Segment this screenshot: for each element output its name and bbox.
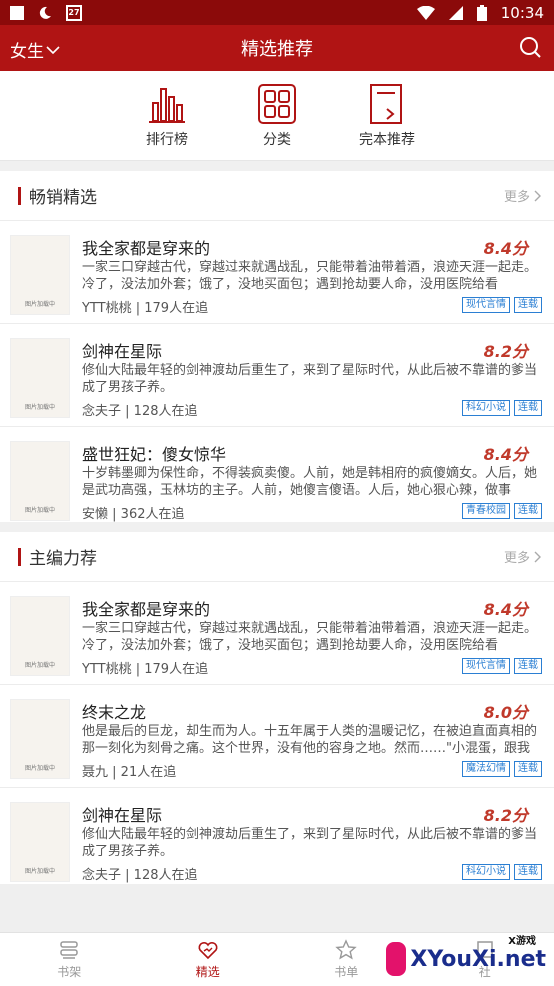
book-score: 8.4分 (483, 239, 528, 258)
bookshelf-icon (60, 941, 78, 959)
book-icon (370, 84, 402, 124)
editor-picks-section: 主编力荐 更多 图片加载中 我全家都是穿来的 8.4分 一家三口穿越古代，穿越过… (0, 522, 554, 891)
bestseller-section: 畅销精选 更多 图片加载中 我全家都是穿来的 8.4分 一家三口穿越古代，穿越过… (0, 161, 554, 530)
watermark-text: XYouXi.net (410, 946, 546, 972)
tab-label: 精选 (195, 965, 220, 979)
genre-tag: 科幻小说 (462, 864, 510, 880)
status-tag: 连载 (514, 503, 542, 519)
book-cover: 图片加载中 (10, 596, 70, 676)
page-title: 精选推荐 (241, 39, 313, 60)
status-tag: 连载 (514, 297, 542, 313)
book-cover: 图片加载中 (10, 235, 70, 315)
category-button[interactable]: 分类 (222, 71, 332, 160)
book-item[interactable]: 图片加载中 盛世狂妃：傻女惊华 8.4分 十岁韩墨卿为保性命，不得装疯卖傻。人前… (0, 427, 554, 530)
status-bar: 27 10:34 (0, 0, 554, 25)
tab-featured[interactable]: 精选 (139, 933, 278, 986)
book-meta: 念夫子 | 128人在追 (82, 868, 198, 883)
book-item[interactable]: 图片加载中 我全家都是穿来的 8.4分 一家三口穿越古代，穿越过来就遇战乱，只能… (0, 221, 554, 324)
app-bar: 女生 精选推荐 (0, 25, 554, 71)
genre-tag: 现代言情 (462, 297, 510, 313)
completed-books-label: 完本推荐 (359, 132, 415, 148)
book-title: 我全家都是穿来的 (82, 600, 211, 619)
site-watermark: X游戏 XYouXi.net (386, 934, 546, 984)
book-score: 8.2分 (483, 342, 528, 361)
book-meta: 念夫子 | 128人在追 (82, 404, 198, 419)
book-title: 终末之龙 (82, 703, 147, 722)
ranking-button[interactable]: 排行榜 (112, 71, 222, 160)
book-meta: YTT桃桃 | 179人在追 (82, 662, 209, 677)
completed-books-button[interactable]: 完本推荐 (332, 71, 442, 160)
book-score: 8.4分 (483, 445, 528, 464)
book-cover: 图片加载中 (10, 802, 70, 882)
heart-icon (198, 941, 218, 960)
book-meta: 聂九 | 21人在追 (82, 765, 177, 780)
book-meta: 安懒 | 362人在追 (82, 507, 185, 522)
genre-tag: 青春校园 (462, 503, 510, 519)
more-link[interactable]: 更多 (504, 547, 542, 566)
book-score: 8.2分 (483, 806, 528, 825)
book-description: 他是最后的巨龙，却生而为人。十五年属于人类的温暖记忆，在被迫直面真相的那一刻化为… (82, 724, 538, 756)
quick-nav: 排行榜 分类 完本推荐 (0, 71, 554, 161)
ranking-label: 排行榜 (146, 132, 188, 148)
bar-chart-icon (149, 88, 185, 123)
tab-label: 书单 (334, 965, 359, 979)
book-title: 盛世狂妃：傻女惊华 (82, 445, 227, 464)
clock: 10:34 (500, 3, 544, 22)
calendar-icon: 27 (66, 4, 82, 21)
section-title: 主编力荐 (29, 549, 97, 569)
book-cover: 图片加载中 (10, 441, 70, 521)
battery-icon (476, 4, 487, 21)
status-tag: 连载 (514, 864, 542, 880)
section-header: 畅销精选 更多 (0, 171, 554, 221)
book-title: 剑神在星际 (82, 806, 163, 825)
book-title: 我全家都是穿来的 (82, 239, 211, 258)
gender-label: 女生 (10, 42, 44, 62)
book-cover: 图片加载中 (10, 699, 70, 779)
star-icon (335, 939, 357, 960)
book-description: 十岁韩墨卿为保性命，不得装疯卖傻。人前，她是韩相府的疯傻嫡女。人后，她是武功高强… (82, 466, 538, 498)
chevron-right-icon (534, 551, 541, 562)
genre-tag: 现代言情 (462, 658, 510, 674)
watermark-small-text: X游戏 (508, 936, 536, 947)
section-title: 畅销精选 (29, 188, 97, 208)
grid-icon (258, 84, 296, 124)
book-item[interactable]: 图片加载中 剑神在星际 8.2分 修仙大陆最年轻的剑神渡劫后重生了，来到了星际时… (0, 788, 554, 891)
signal-icon (448, 5, 463, 20)
book-description: 修仙大陆最年轻的剑神渡劫后重生了，来到了星际时代，从此后被不靠谱的爹当成了男孩子… (82, 363, 538, 395)
book-meta: YTT桃桃 | 179人在追 (82, 301, 209, 316)
category-label: 分类 (263, 132, 291, 148)
wifi-icon (416, 5, 435, 20)
tab-bookshelf[interactable]: 书架 (0, 933, 139, 986)
status-tag: 连载 (514, 658, 542, 674)
chevron-down-icon (46, 45, 60, 54)
gamepad-logo-icon (386, 942, 407, 976)
section-header: 主编力荐 更多 (0, 532, 554, 582)
book-item[interactable]: 图片加载中 我全家都是穿来的 8.4分 一家三口穿越古代，穿越过来就遇战乱，只能… (0, 582, 554, 685)
book-description: 一家三口穿越古代，穿越过来就遇战乱，只能带着油带着酒，浪迹天涯一起走。冷了，没法… (82, 260, 538, 292)
genre-tag: 魔法幻情 (462, 761, 510, 777)
book-description: 一家三口穿越古代，穿越过来就遇战乱，只能带着油带着酒，浪迹天涯一起走。冷了，没法… (82, 621, 538, 653)
genre-tag: 科幻小说 (462, 400, 510, 416)
gender-selector[interactable]: 女生 (10, 37, 60, 62)
tab-label: 书架 (57, 965, 82, 979)
notification-square-icon (10, 5, 24, 20)
status-tag: 连载 (514, 400, 542, 416)
book-title: 剑神在星际 (82, 342, 163, 361)
moon-icon (39, 6, 51, 19)
book-score: 8.0分 (483, 703, 528, 722)
book-score: 8.4分 (483, 600, 528, 619)
book-cover: 图片加载中 (10, 338, 70, 418)
book-item[interactable]: 图片加载中 终末之龙 8.0分 他是最后的巨龙，却生而为人。十五年属于人类的温暖… (0, 685, 554, 788)
book-item[interactable]: 图片加载中 剑神在星际 8.2分 修仙大陆最年轻的剑神渡劫后重生了，来到了星际时… (0, 324, 554, 427)
status-tag: 连载 (514, 761, 542, 777)
book-description: 修仙大陆最年轻的剑神渡劫后重生了，来到了星际时代，从此后被不靠谱的爹当成了男孩子… (82, 827, 538, 859)
search-icon[interactable] (518, 35, 542, 59)
list-end-spacer (0, 884, 554, 932)
more-link[interactable]: 更多 (504, 186, 542, 205)
chevron-right-icon (534, 190, 541, 201)
